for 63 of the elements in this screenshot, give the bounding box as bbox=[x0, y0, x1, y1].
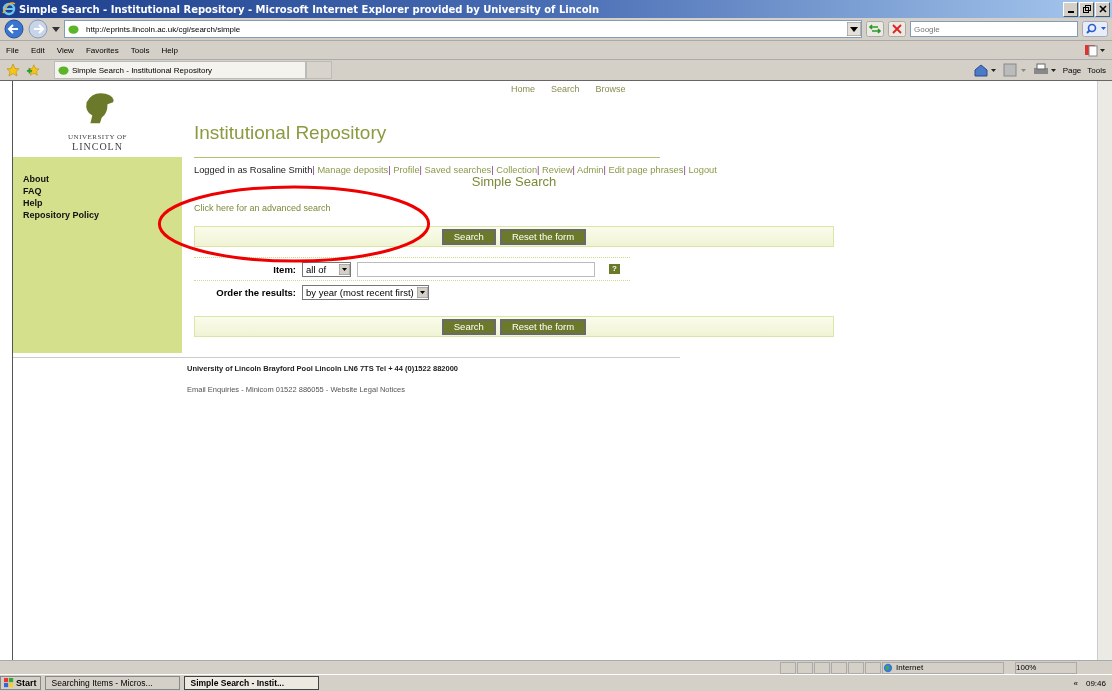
browser-tab[interactable]: Simple Search - Institutional Repository bbox=[54, 61, 306, 79]
order-select[interactable]: by year (most recent first) bbox=[302, 284, 429, 300]
globe-icon bbox=[883, 662, 893, 673]
start-button[interactable]: Start bbox=[0, 676, 41, 690]
nav-link[interactable]: Browse bbox=[595, 84, 626, 94]
caret-icon bbox=[416, 286, 428, 298]
favorites-star-icon[interactable] bbox=[6, 63, 20, 77]
menu-item[interactable]: Tools bbox=[130, 45, 150, 55]
taskbar-item[interactable]: Simple Search - Instit... bbox=[183, 676, 319, 690]
security-zone: Internet bbox=[882, 661, 1004, 674]
minimize-icon bbox=[1067, 11, 1074, 13]
form-button[interactable]: Reset the form bbox=[499, 228, 587, 245]
mode-select[interactable]: all of bbox=[302, 261, 351, 277]
sidebar-link[interactable]: Help bbox=[23, 198, 182, 208]
form-button[interactable]: Reset the form bbox=[499, 318, 587, 335]
refresh-button[interactable] bbox=[866, 21, 884, 37]
site-title: Institutional Repository bbox=[194, 122, 388, 144]
window-title: Simple Search - Institutional Repository - Microsoft Internet Explorer provided by University of Lincoln bbox=[19, 3, 601, 15]
search-field[interactable]: Google bbox=[910, 21, 1078, 37]
dropdown-button[interactable] bbox=[847, 22, 861, 36]
home-icon[interactable] bbox=[972, 63, 997, 77]
sidebar-link[interactable]: Repository Policy bbox=[23, 210, 182, 220]
field-label: Item: bbox=[272, 263, 296, 275]
pdf-icon[interactable] bbox=[1084, 43, 1106, 57]
item-field[interactable] bbox=[357, 261, 595, 277]
page-heading: Simple Search bbox=[470, 174, 557, 189]
restore-button[interactable] bbox=[1079, 1, 1094, 17]
advanced-search-link[interactable]: Click here for an advanced search bbox=[194, 203, 834, 213]
command-button[interactable]: Page bbox=[1062, 65, 1082, 75]
field-label: Order the results: bbox=[215, 286, 296, 298]
menu-item[interactable]: Edit bbox=[30, 45, 45, 55]
minimize-button[interactable] bbox=[1063, 1, 1078, 17]
flag-icon bbox=[4, 678, 14, 688]
menu-item[interactable]: Favorites bbox=[85, 45, 119, 55]
command-button[interactable]: Tools bbox=[1087, 65, 1106, 75]
restore-icon bbox=[1081, 4, 1092, 14]
search-button[interactable] bbox=[1082, 21, 1108, 37]
menu-item[interactable]: Help bbox=[161, 45, 178, 55]
nav-link[interactable]: Search bbox=[551, 84, 580, 94]
close-icon bbox=[1097, 4, 1108, 14]
address-field[interactable]: http://eprints.lincoln.ac.uk/cgi/search/simple bbox=[64, 20, 862, 38]
stop-button[interactable] bbox=[888, 21, 906, 37]
nav-link[interactable]: Home bbox=[511, 84, 535, 94]
sidebar-link[interactable]: FAQ bbox=[23, 186, 182, 196]
help-button[interactable]: ? bbox=[609, 264, 620, 274]
page-icon bbox=[58, 64, 69, 76]
close-button[interactable] bbox=[1095, 1, 1110, 17]
zoom-button[interactable]: 100% bbox=[1015, 661, 1077, 674]
back-button[interactable] bbox=[4, 19, 24, 39]
menu-item[interactable]: View bbox=[56, 45, 74, 55]
form-button[interactable]: Search bbox=[441, 228, 496, 245]
menu-item[interactable]: File bbox=[6, 45, 19, 55]
print-icon[interactable] bbox=[1032, 63, 1057, 77]
scrollbar[interactable] bbox=[1097, 81, 1112, 660]
browser-logo-icon bbox=[2, 2, 16, 16]
clock: 09:46 bbox=[1085, 678, 1106, 688]
tray-expand-button[interactable]: « bbox=[1073, 678, 1078, 688]
page-icon bbox=[68, 23, 79, 35]
form-button[interactable]: Search bbox=[441, 318, 496, 335]
caret-icon[interactable] bbox=[52, 26, 60, 32]
sidebar-link[interactable]: About bbox=[23, 174, 182, 184]
caret-icon bbox=[339, 263, 350, 275]
taskbar-item[interactable]: Searching Items - Micros... bbox=[44, 676, 180, 690]
